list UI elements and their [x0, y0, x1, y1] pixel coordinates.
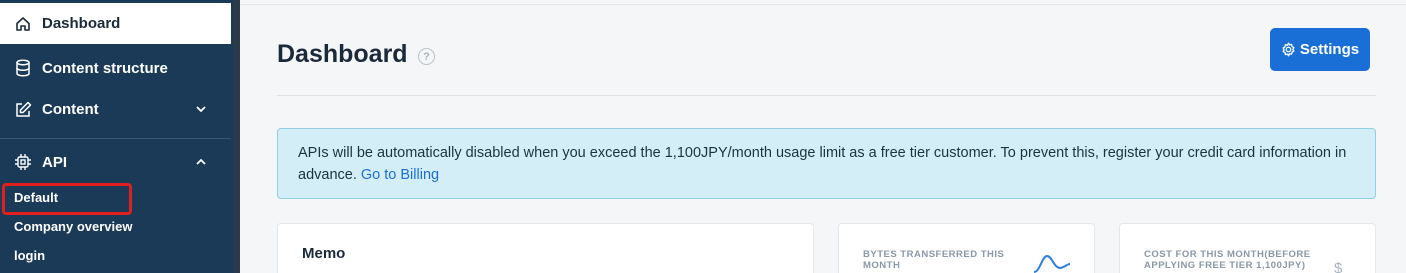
bytes-transferred-label: BYTES TRANSFERRED THIS MONTH — [863, 249, 1005, 271]
sparkline-icon — [1033, 254, 1071, 273]
api-sub-item-login[interactable]: login — [14, 248, 45, 263]
sidebar-item-label: Content structure — [42, 59, 168, 77]
edit-icon — [14, 100, 32, 118]
sidebar-item-content-structure[interactable]: Content structure — [0, 48, 231, 88]
sidebar-item-label: Dashboard — [42, 15, 121, 32]
highlight-box — [2, 183, 132, 215]
sidebar-item-label: API — [42, 153, 68, 171]
billing-alert: APIs will be automatically disabled when… — [277, 128, 1376, 199]
home-icon — [14, 15, 32, 33]
page-title: Dashboard — [277, 40, 408, 68]
memo-title: Memo — [302, 245, 346, 262]
settings-label: Settings — [1299, 41, 1360, 58]
bytes-transferred-card: BYTES TRANSFERRED THIS MONTH — [838, 223, 1095, 273]
settings-button[interactable]: Settings — [1270, 28, 1370, 71]
sidebar-item-label: Content — [42, 100, 99, 118]
top-divider — [240, 4, 1406, 5]
sidebar: Dashboard Content structure Content API … — [0, 0, 233, 273]
sidebar-item-api[interactable]: API — [0, 142, 231, 182]
sidebar-divider — [0, 138, 231, 139]
sidebar-item-content[interactable]: Content — [0, 88, 231, 130]
chevron-up-icon — [196, 158, 206, 165]
header-divider — [277, 95, 1376, 96]
monthly-cost-card: COST FOR THIS MONTH(BEFORE APPLYING FREE… — [1119, 223, 1376, 273]
memo-card: Memo — [277, 223, 814, 273]
help-icon[interactable]: ? — [418, 48, 435, 65]
main-content: Dashboard ? Settings APIs will be automa… — [240, 0, 1406, 273]
gear-icon — [1282, 42, 1295, 57]
alert-text: APIs will be automatically disabled when… — [298, 145, 1347, 183]
database-icon — [14, 59, 32, 77]
monthly-cost-label: COST FOR THIS MONTH(BEFORE APPLYING FREE… — [1144, 249, 1311, 271]
dollar-icon: $ — [1334, 260, 1343, 273]
go-to-billing-link[interactable]: Go to Billing — [361, 167, 439, 183]
chip-icon — [14, 153, 32, 171]
sidebar-resize-handle[interactable] — [233, 0, 240, 273]
sidebar-item-dashboard[interactable]: Dashboard — [0, 3, 231, 44]
chevron-down-icon — [196, 106, 206, 113]
api-sub-item-company-overview[interactable]: Company overview — [14, 219, 133, 234]
